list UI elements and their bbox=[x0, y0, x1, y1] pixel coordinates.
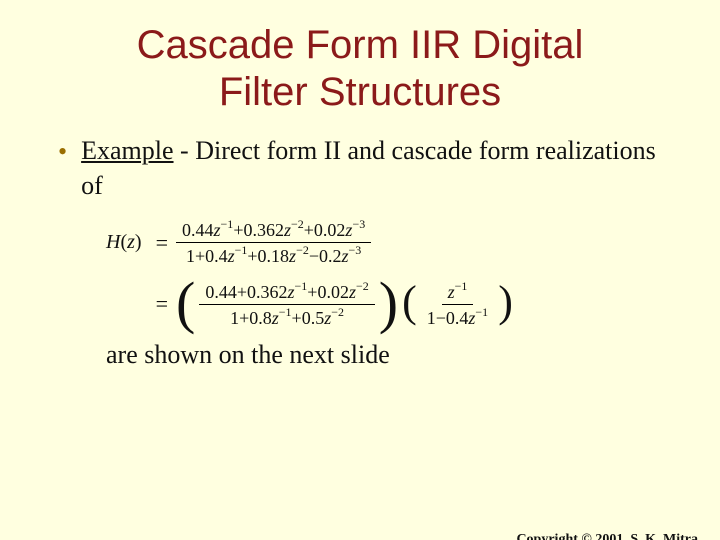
numerator-full: 0.44z−1+0.362z−2+0.02z−3 bbox=[176, 217, 371, 243]
rparen-1: ) bbox=[379, 288, 398, 317]
factor-1-num: 0.44+0.362z−1+0.02z−2 bbox=[199, 279, 374, 305]
factor-2-num: z−1 bbox=[442, 279, 474, 305]
factor-2: z−1 1−0.4z−1 bbox=[421, 279, 494, 331]
formula-line-1: H(z) = 0.44z−1+0.362z−2+0.02z−3 1+0.4z−1… bbox=[106, 217, 662, 269]
slide-body: • Example - Direct form II and cascade f… bbox=[58, 134, 662, 370]
title-line-2: Filter Structures bbox=[219, 70, 501, 114]
slide-title: Cascade Form IIR Digital Filter Structur… bbox=[60, 22, 660, 116]
rparen-2: ) bbox=[498, 291, 513, 313]
lparen-2: ( bbox=[402, 291, 417, 313]
fraction-full: 0.44z−1+0.362z−2+0.02z−3 1+0.4z−1+0.18z−… bbox=[176, 217, 371, 269]
denominator-full: 1+0.4z−1+0.18z−2−0.2z−3 bbox=[180, 243, 367, 268]
equals-1: = bbox=[156, 230, 168, 256]
equals-2: = bbox=[156, 291, 168, 317]
formula-line-2: H(z) = ( 0.44+0.362z−1+0.02z−2 1+0.8z−1+… bbox=[106, 279, 662, 331]
factor-1-den: 1+0.8z−1+0.5z−2 bbox=[224, 305, 350, 330]
title-line-1: Cascade Form IIR Digital bbox=[137, 23, 584, 67]
bullet-row: • Example - Direct form II and cascade f… bbox=[58, 134, 662, 203]
closing-text: are shown on the next slide bbox=[106, 340, 662, 370]
factor-2-den: 1−0.4z−1 bbox=[421, 305, 494, 330]
copyright-footer: Copyright © 2001, S. K. Mitra bbox=[516, 532, 698, 540]
lhs-hz: H(z) bbox=[106, 231, 142, 254]
lparen-1: ( bbox=[176, 288, 195, 317]
bullet-dot-icon: • bbox=[58, 136, 67, 167]
cascade-product: ( 0.44+0.362z−1+0.02z−2 1+0.8z−1+0.5z−2 … bbox=[176, 279, 513, 331]
bullet-text: Example - Direct form II and cascade for… bbox=[81, 134, 662, 203]
example-label: Example bbox=[81, 136, 173, 165]
factor-1: 0.44+0.362z−1+0.02z−2 1+0.8z−1+0.5z−2 bbox=[199, 279, 374, 331]
formula-block: H(z) = 0.44z−1+0.362z−2+0.02z−3 1+0.4z−1… bbox=[106, 217, 662, 330]
